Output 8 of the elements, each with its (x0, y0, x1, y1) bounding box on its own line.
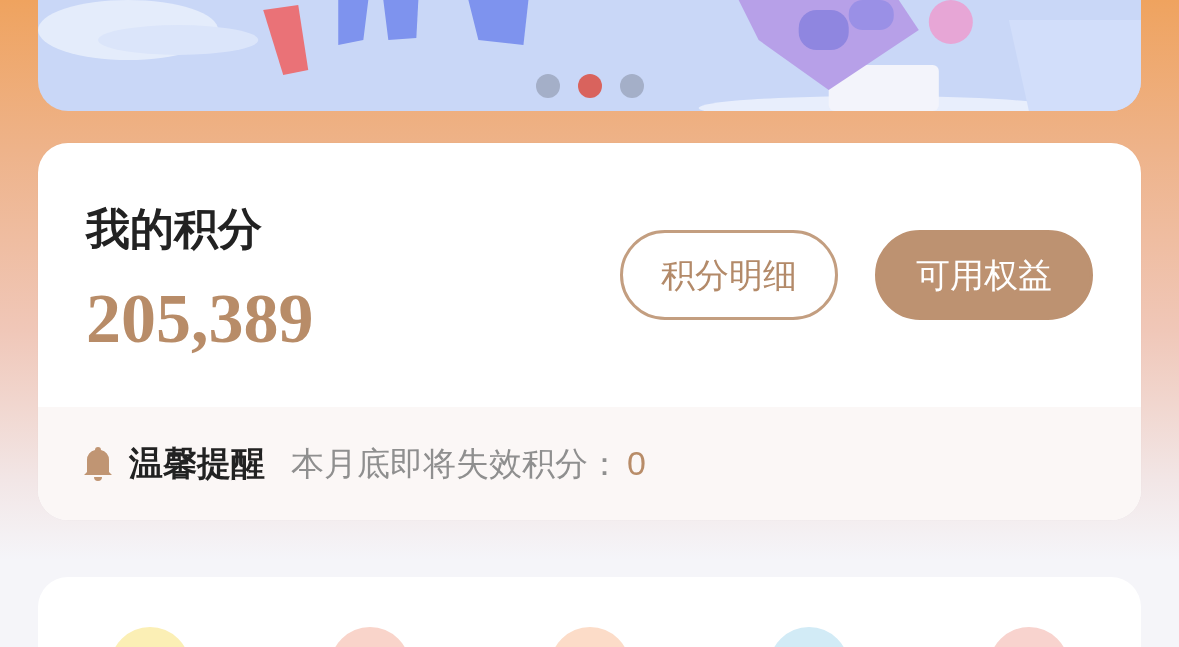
reminder-title: 温馨提醒 (129, 443, 265, 484)
action-button[interactable]: 可用权益 (875, 230, 1093, 320)
action-button[interactable]: 积分明细 (620, 230, 838, 320)
expiring-points: 0 (627, 443, 646, 484)
bell-icon (83, 445, 113, 482)
card-title: 我的积分 (86, 203, 263, 255)
reminder-text: 本月底即将失效积分： (291, 443, 621, 484)
points-balance: 205,389 (86, 281, 314, 357)
